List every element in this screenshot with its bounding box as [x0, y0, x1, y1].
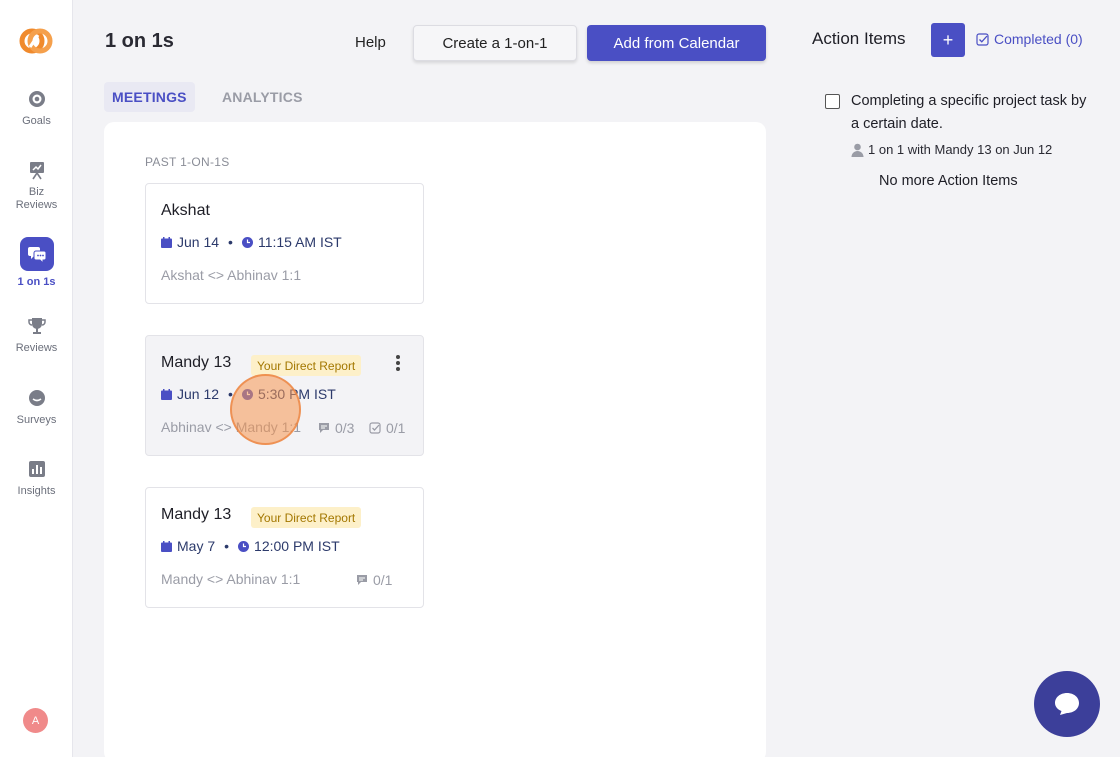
sidebar-item-surveys[interactable]: Surveys	[0, 388, 73, 427]
sidebar: Goals Biz Reviews 1 on 1s Reviews Survey…	[0, 0, 73, 757]
person-icon	[851, 143, 864, 157]
target-icon	[28, 91, 45, 107]
add-action-item-button[interactable]: +	[931, 23, 965, 57]
action-item-text: Completing a specific project task by a …	[851, 93, 1087, 132]
comments-count: 0/1	[356, 572, 392, 588]
sidebar-item-label: Surveys	[16, 414, 57, 426]
clock-icon	[238, 540, 250, 552]
sidebar-item-insights[interactable]: Insights	[0, 459, 73, 498]
chat-widget-button[interactable]	[1034, 671, 1100, 737]
avatar[interactable]: A	[23, 708, 48, 733]
sidebar-item-label: Reviews	[15, 342, 58, 354]
add-from-calendar-button[interactable]: Add from Calendar	[587, 25, 766, 61]
sidebar-item-label: Biz Reviews	[15, 186, 58, 211]
action-item-meta: 1 on 1 with Mandy 13 on Jun 12	[851, 142, 1052, 157]
meeting-time: 11:15 AM IST	[257, 234, 342, 250]
sidebar-item-label: Goals	[22, 115, 51, 127]
survey-icon	[28, 390, 45, 406]
sidebar-item-goals[interactable]: Goals	[0, 89, 73, 128]
comments-count: 0/3	[318, 420, 354, 436]
calendar-icon	[161, 540, 172, 552]
calendar-icon	[161, 388, 172, 400]
meeting-date: Jun 12	[177, 386, 220, 402]
checkbox-icon	[369, 422, 381, 434]
meeting-description: Mandy <> Abhinav 1:1	[161, 571, 301, 587]
chat-bubbles-icon	[19, 237, 54, 271]
calendar-icon	[161, 236, 172, 248]
sidebar-item-label: Insights	[17, 485, 56, 497]
chat-icon	[1055, 693, 1079, 715]
sidebar-item-1on1s[interactable]: 1 on 1s	[0, 237, 73, 289]
meeting-card[interactable]: Mandy 13 Your Direct Report May 7 • 12:0…	[145, 487, 424, 608]
action-items-title: Action Items	[812, 29, 906, 48]
presentation-icon	[29, 162, 44, 180]
sidebar-item-label: 1 on 1s	[17, 276, 56, 288]
meeting-datetime: Jun 14 • 11:15 AM IST	[161, 234, 342, 250]
page-title: 1 on 1s	[105, 30, 174, 52]
tab-analytics[interactable]: ANALYTICS	[214, 82, 311, 112]
help-link[interactable]: Help	[355, 34, 386, 51]
meeting-datetime: May 7 • 12:00 PM IST	[161, 538, 340, 554]
comment-icon	[319, 423, 329, 433]
tab-meetings[interactable]: MEETINGS	[104, 82, 195, 112]
completed-filter-link[interactable]: Completed (0)	[976, 31, 1083, 47]
more-options-icon[interactable]	[395, 355, 401, 371]
clock-icon	[241, 236, 253, 248]
no-more-items-label: No more Action Items	[879, 173, 1018, 189]
bar-chart-icon	[28, 461, 45, 477]
meeting-time: 12:00 PM IST	[254, 538, 340, 554]
sidebar-item-biz-reviews[interactable]: Biz Reviews	[0, 160, 73, 212]
meeting-date: May 7	[177, 538, 216, 554]
meeting-name: Mandy 13	[161, 354, 232, 371]
checkbox-icon	[976, 32, 989, 46]
trophy-icon	[27, 318, 46, 334]
direct-report-badge: Your Direct Report	[251, 355, 362, 376]
action-item-checkbox[interactable]	[825, 94, 840, 109]
section-label: PAST 1-ON-1S	[145, 155, 230, 169]
create-1on1-button[interactable]: Create a 1-on-1	[413, 25, 577, 61]
tasks-count: 0/1	[369, 420, 405, 436]
app-logo[interactable]	[19, 26, 53, 56]
meeting-description: Akshat <> Abhinav 1:1	[161, 267, 302, 283]
click-indicator	[230, 374, 301, 445]
meeting-date: Jun 14	[177, 234, 220, 250]
meeting-name: Mandy 13	[161, 506, 232, 523]
meeting-card[interactable]: Akshat Jun 14 • 11:15 AM IST Akshat <> A…	[145, 183, 424, 304]
meeting-name: Akshat	[161, 202, 210, 219]
comment-icon	[357, 575, 367, 585]
sidebar-item-reviews[interactable]: Reviews	[0, 316, 73, 355]
direct-report-badge: Your Direct Report	[251, 507, 362, 528]
